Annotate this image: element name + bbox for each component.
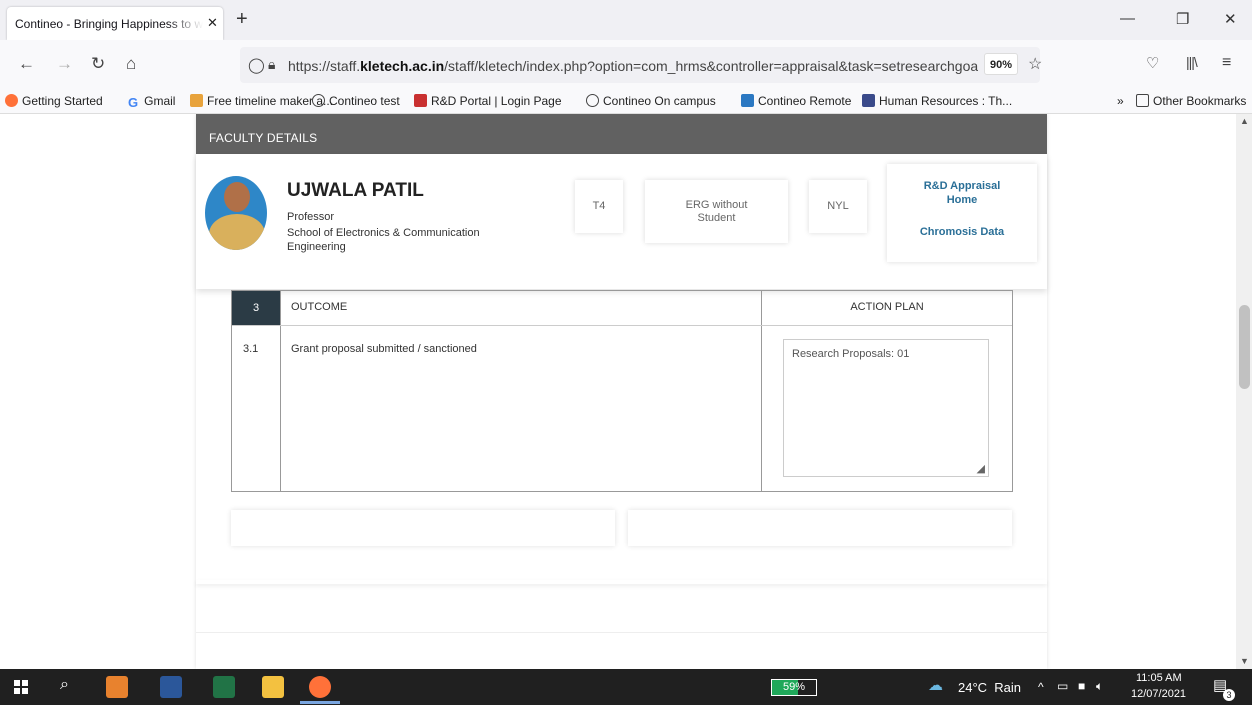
faculty-name: UJWALA PATIL (287, 180, 424, 201)
google-icon: G (128, 95, 139, 110)
bookmark-star-icon[interactable]: ☆ (1028, 54, 1042, 74)
url-text[interactable]: https://staff.kletech.ac.in/staff/kletec… (288, 58, 978, 74)
scroll-up-icon[interactable]: ▲ (1240, 116, 1249, 126)
menu-icon[interactable]: ≡ (1222, 54, 1231, 72)
section-title: OUTCOME (291, 301, 348, 313)
pocket-icon[interactable]: ♡ (1146, 54, 1159, 72)
grade-badge: T4 (575, 180, 623, 233)
back-icon[interactable]: ← (18, 54, 35, 74)
row-divider (232, 325, 280, 326)
restore-icon[interactable]: ❐ (1176, 10, 1189, 28)
bookmark-rd-portal[interactable]: R&D Portal | Login Page (414, 94, 562, 108)
globe-icon (586, 94, 599, 107)
zoom-level[interactable]: 90% (984, 53, 1018, 75)
browser-tab[interactable]: Contineo - Bringing Happiness to w ✕ (7, 7, 223, 40)
bookmark-contineo-remote[interactable]: Contineo Remote (741, 94, 851, 108)
firefox-icon (5, 94, 18, 107)
rd-portal-icon (414, 94, 427, 107)
section-shadow (196, 580, 1047, 584)
clock-time[interactable]: 11:05 AM (1136, 672, 1182, 684)
tab-title-fade (167, 7, 203, 40)
category-line-2: Student (697, 212, 736, 224)
lock-icon[interactable]: 🔒︎ (268, 56, 275, 73)
bottom-card-right (628, 510, 1012, 546)
row-number: 3.1 (243, 343, 259, 355)
avatar (205, 176, 267, 250)
excel-icon[interactable] (213, 676, 235, 698)
bookmark-human-resources[interactable]: Human Resources : Th... (862, 94, 1012, 108)
category-badge: ERG without Student (645, 180, 788, 243)
resize-handle-icon[interactable]: ◢ (977, 462, 985, 475)
new-tab-icon[interactable]: + (236, 8, 248, 31)
action-plan-textarea[interactable]: Research Proposals: 01 ◢ (783, 339, 989, 477)
firefox-taskbar-icon[interactable] (309, 676, 331, 698)
bookmarks-overflow-icon[interactable]: » (1117, 94, 1124, 108)
library-icon[interactable]: |||\ (1186, 54, 1198, 70)
faculty-profile: UJWALA PATIL Professor School of Electro… (196, 154, 1047, 289)
bookmark-gmail[interactable]: G Gmail (128, 94, 175, 110)
file-explorer-icon[interactable] (262, 676, 284, 698)
notification-count: 3 (1223, 689, 1235, 701)
other-bookmarks[interactable]: Other Bookmarks (1136, 94, 1246, 108)
links-panel: R&D Appraisal Home Chromosis Data (887, 164, 1037, 262)
avatar-body (209, 214, 265, 250)
weather-icon[interactable]: ☁ (928, 676, 943, 694)
timeline-icon (190, 94, 203, 107)
section-divider (196, 632, 1047, 633)
bookmark-contineo-test[interactable]: Contineo test (312, 94, 400, 108)
category-line-1: ERG without (685, 199, 748, 211)
minimize-icon[interactable]: — (1120, 10, 1135, 27)
battery-percent: 59% (782, 681, 806, 693)
close-tab-icon[interactable]: ✕ (207, 15, 218, 31)
faculty-school: School of Electronics & Communication (287, 227, 480, 239)
active-app-indicator (300, 701, 340, 704)
volume-icon[interactable]: 🔈︎ (1096, 679, 1103, 694)
faculty-details-header: FACULTY DETAILS (196, 114, 1047, 154)
column-divider (280, 291, 281, 491)
scroll-down-icon[interactable]: ▼ (1240, 656, 1249, 666)
column-divider (761, 291, 762, 491)
bookmark-contineo-campus[interactable]: Contineo On campus (586, 94, 716, 108)
weather-text[interactable]: 24°C Rain (958, 680, 1021, 695)
scrollbar-thumb[interactable] (1239, 305, 1250, 389)
reload-icon[interactable]: ↻ (91, 54, 105, 74)
status-badge: NYL (809, 180, 867, 233)
row-divider (280, 325, 1012, 326)
close-window-icon[interactable]: ✕ (1224, 10, 1237, 28)
windows-start-icon[interactable] (14, 680, 28, 694)
outlook-icon[interactable] (106, 676, 128, 698)
shield-icon[interactable]: ◯ (248, 56, 265, 74)
rd-appraisal-home-link[interactable]: R&D Appraisal Home (887, 179, 1037, 207)
word-icon[interactable] (160, 676, 182, 698)
contineo-remote-icon (741, 94, 754, 107)
faculty-school-cont: Engineering (287, 241, 346, 253)
clock-date[interactable]: 12/07/2021 (1131, 688, 1186, 700)
folder-icon (1136, 94, 1149, 107)
page-viewport: FACULTY DETAILS UJWALA PATIL Professor S… (0, 114, 1236, 669)
forward-icon[interactable]: → (56, 54, 73, 74)
action-plan-header: ACTION PLAN (850, 301, 924, 313)
faculty-designation: Professor (287, 211, 335, 223)
chromosis-data-link[interactable]: Chromosis Data (887, 225, 1037, 239)
search-icon[interactable]: ⌕ (60, 676, 69, 694)
outcome-table: 3 OUTCOME ACTION PLAN 3.1 Grant proposal… (231, 290, 1013, 492)
globe-icon (312, 94, 325, 107)
bottom-card-left (231, 510, 615, 546)
scrollbar[interactable] (1236, 114, 1252, 669)
display-icon[interactable]: ■ (1078, 679, 1085, 693)
hr-crest-icon (862, 94, 875, 107)
tray-chevron-icon[interactable]: ^ (1038, 680, 1044, 694)
bookmark-getting-started[interactable]: Getting Started (5, 94, 103, 108)
section-number: 3 (232, 291, 280, 325)
avatar-face (224, 182, 250, 212)
network-icon[interactable]: ▭ (1057, 679, 1068, 693)
battery-indicator[interactable]: 59% (771, 679, 817, 696)
row-description: Grant proposal submitted / sanctioned (291, 343, 477, 355)
home-icon[interactable]: ⌂ (126, 54, 136, 74)
